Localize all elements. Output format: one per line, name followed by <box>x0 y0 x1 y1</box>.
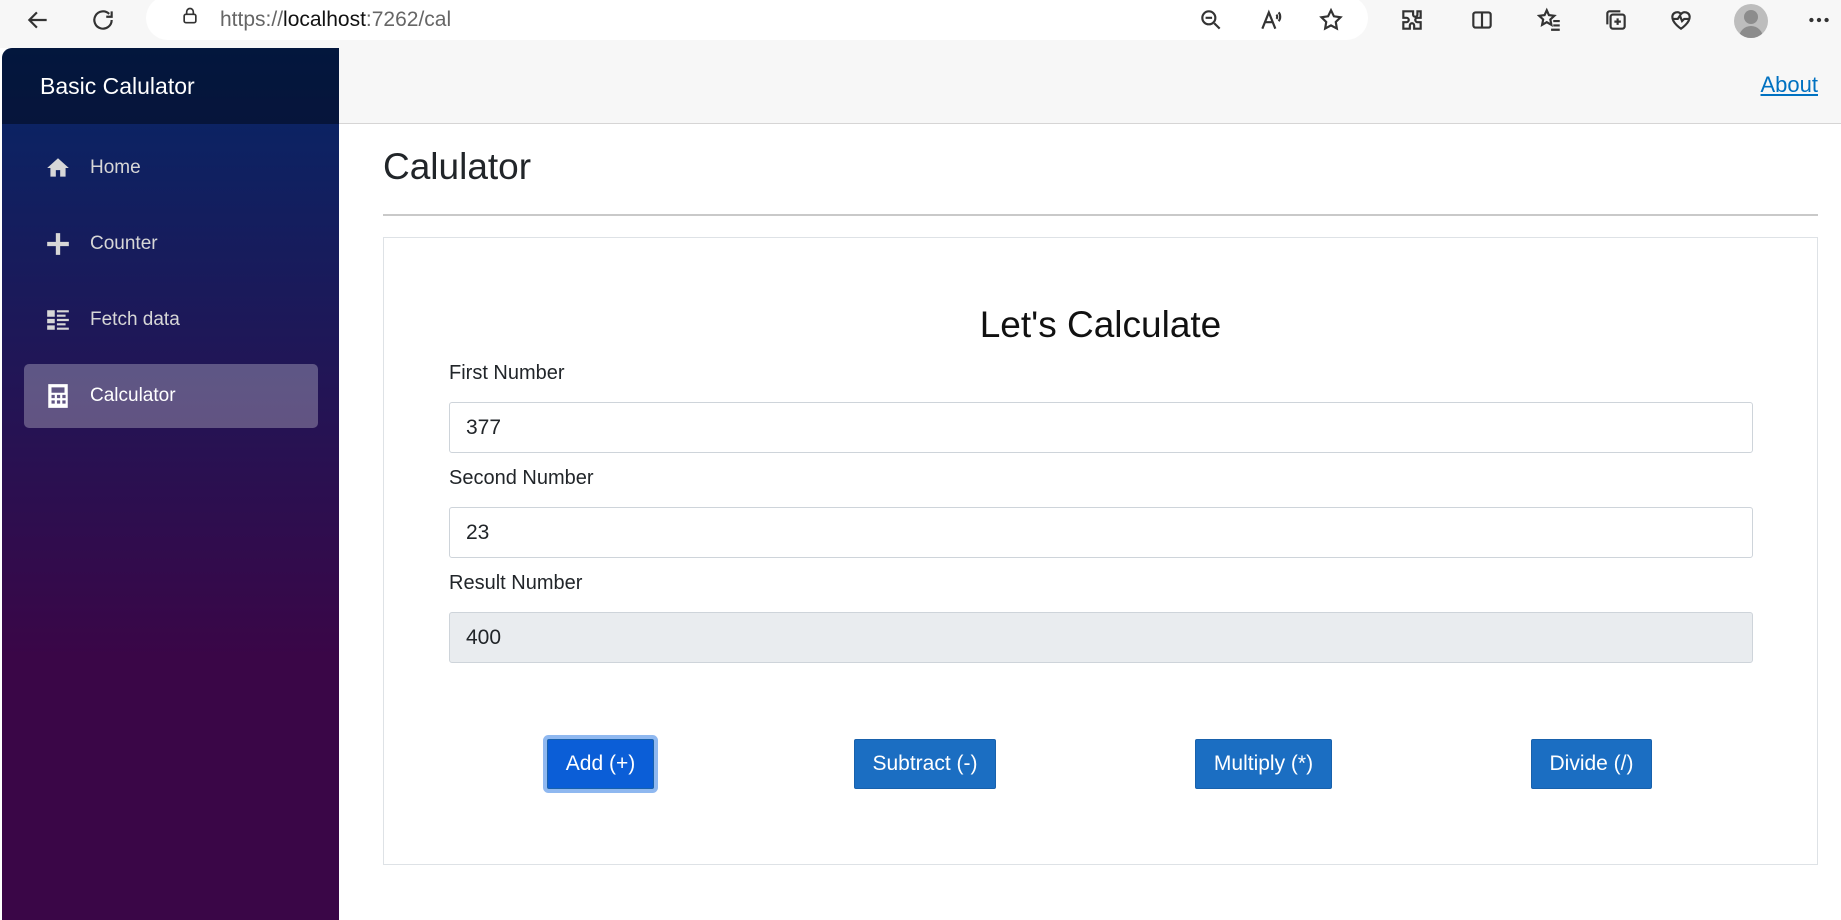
browser-toolbar: https://localhost:7262/cal <box>0 0 1841 48</box>
sidebar-header: Basic Calulator <box>2 48 339 124</box>
home-icon <box>44 154 72 182</box>
first-number-label: First Number <box>449 362 565 384</box>
url-text[interactable]: https://localhost:7262/cal <box>220 8 451 32</box>
collections-icon[interactable] <box>1596 0 1636 40</box>
extensions-icon[interactable] <box>1392 0 1432 40</box>
sidebar: Basic Calulator Home Counter Fetch data … <box>2 48 339 920</box>
sidebar-item-fetch-data[interactable]: Fetch data <box>24 288 318 352</box>
list-icon <box>44 306 72 334</box>
first-number-input[interactable] <box>449 402 1753 453</box>
read-aloud-icon[interactable] <box>1251 0 1291 40</box>
nav-menu: Home Counter Fetch data Calculator <box>2 124 339 428</box>
favorites-icon[interactable] <box>1530 0 1570 40</box>
sidebar-item-home[interactable]: Home <box>24 136 318 200</box>
sidebar-item-counter[interactable]: Counter <box>24 212 318 276</box>
second-number-label: Second Number <box>449 467 594 489</box>
back-icon[interactable] <box>18 0 58 40</box>
multiply-button[interactable]: Multiply (*) <box>1195 739 1332 789</box>
sidebar-item-calculator[interactable]: Calculator <box>24 364 318 428</box>
add-button[interactable]: Add (+) <box>547 739 654 789</box>
result-number-label: Result Number <box>449 572 583 594</box>
card-heading: Let's Calculate <box>979 304 1222 345</box>
browser-essentials-icon[interactable] <box>1661 0 1701 40</box>
calculator-card: Let's Calculate First Number Second Numb… <box>383 237 1818 865</box>
sidebar-item-label: Fetch data <box>90 309 180 330</box>
about-link[interactable]: About <box>1761 72 1819 98</box>
zoom-out-icon[interactable] <box>1191 0 1231 40</box>
divider <box>383 214 1818 216</box>
refresh-icon[interactable] <box>83 0 123 40</box>
sidebar-item-label: Calculator <box>90 385 176 406</box>
plus-icon <box>44 230 72 258</box>
second-number-input[interactable] <box>449 507 1753 558</box>
profile-avatar[interactable] <box>1734 4 1768 38</box>
result-number-field[interactable] <box>449 612 1753 663</box>
favorite-star-icon[interactable] <box>1311 0 1351 40</box>
sidebar-item-label: Counter <box>90 233 158 254</box>
divide-button[interactable]: Divide (/) <box>1531 739 1652 789</box>
more-menu-icon[interactable] <box>1799 0 1839 40</box>
calculator-icon <box>44 382 72 410</box>
subtract-button[interactable]: Subtract (-) <box>854 739 996 789</box>
brand-link[interactable]: Basic Calulator <box>40 73 195 100</box>
sidebar-item-label: Home <box>90 157 141 178</box>
split-screen-icon[interactable] <box>1462 0 1502 40</box>
top-row: About <box>339 48 1841 124</box>
page-title: Calulator <box>383 146 532 187</box>
lock-icon <box>170 0 210 36</box>
